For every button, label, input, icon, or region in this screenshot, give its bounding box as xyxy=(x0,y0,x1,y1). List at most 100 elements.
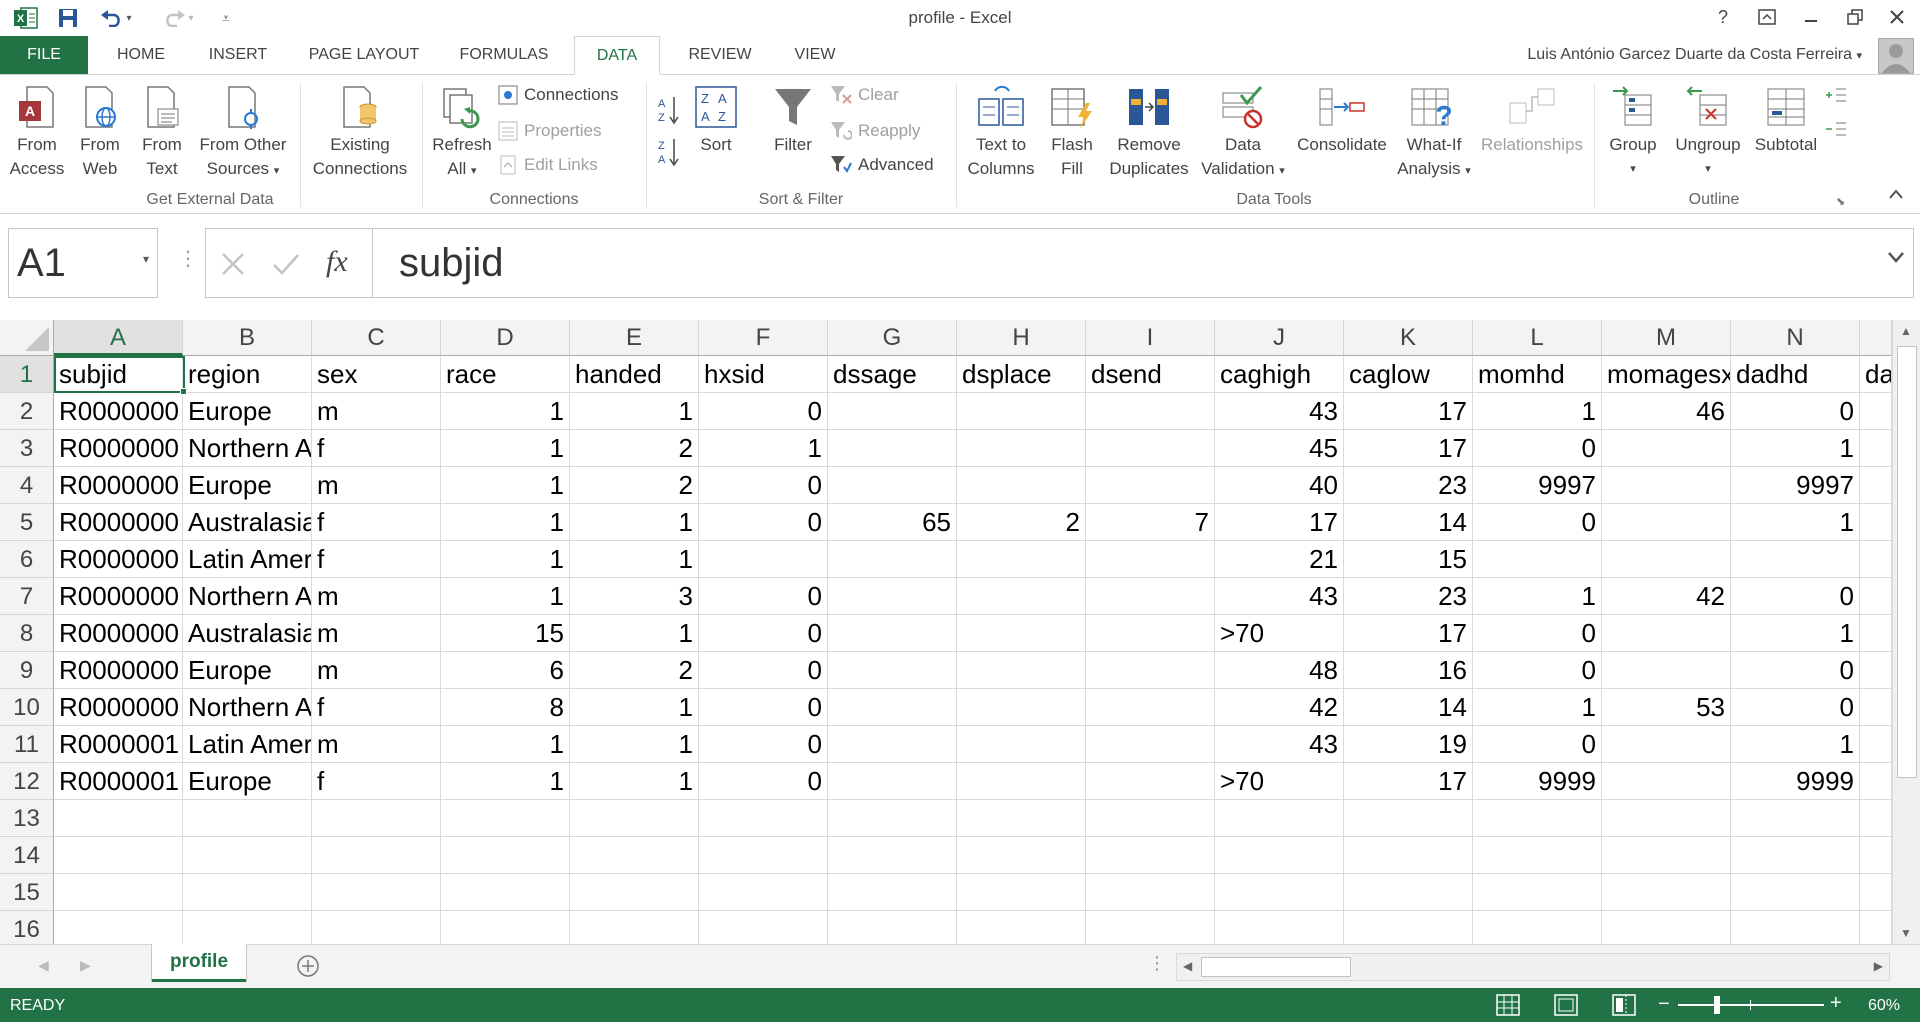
cell-m15[interactable] xyxy=(1602,874,1731,911)
cell-a8[interactable]: R0000000 xyxy=(54,615,183,652)
cell-h12[interactable] xyxy=(957,763,1086,800)
cell-e9[interactable]: 2 xyxy=(570,652,699,689)
cell-k14[interactable] xyxy=(1344,837,1473,874)
cell-m16[interactable] xyxy=(1602,911,1731,944)
formula-bar-grip-icon[interactable]: ⋮ xyxy=(178,246,198,271)
cell-o7[interactable] xyxy=(1860,578,1892,615)
select-all-button[interactable] xyxy=(0,320,54,356)
cell-e14[interactable] xyxy=(570,837,699,874)
cell-c10[interactable]: f xyxy=(312,689,441,726)
column-header-b[interactable]: B xyxy=(183,320,312,356)
cell-j10[interactable]: 42 xyxy=(1215,689,1344,726)
what-if-analysis-button[interactable]: ? What-If Analysis ▾ xyxy=(1394,85,1474,183)
cell-h6[interactable] xyxy=(957,541,1086,578)
cell-l14[interactable] xyxy=(1473,837,1602,874)
cell-f3[interactable]: 1 xyxy=(699,430,828,467)
cell-e8[interactable]: 1 xyxy=(570,615,699,652)
cell-f12[interactable]: 0 xyxy=(699,763,828,800)
row-header-12[interactable]: 12 xyxy=(0,763,54,800)
filter-button[interactable]: Filter xyxy=(762,85,824,157)
sort-a-z-button[interactable]: AZ xyxy=(656,95,680,125)
cell-m12[interactable] xyxy=(1602,763,1731,800)
advanced-button[interactable]: Advanced xyxy=(830,155,934,175)
cell-m7[interactable]: 42 xyxy=(1602,578,1731,615)
row-header-2[interactable]: 2 xyxy=(0,393,54,430)
outline-dialog-launcher-icon[interactable]: ⬊ xyxy=(1836,195,1845,208)
cell-b9[interactable]: Europe xyxy=(183,652,312,689)
previous-sheet-icon[interactable]: ◀ xyxy=(38,957,49,974)
cell-g14[interactable] xyxy=(828,837,957,874)
cell-k11[interactable]: 19 xyxy=(1344,726,1473,763)
cell-i5[interactable]: 7 xyxy=(1086,504,1215,541)
cell-o12[interactable] xyxy=(1860,763,1892,800)
cell-o8[interactable] xyxy=(1860,615,1892,652)
cell-h16[interactable] xyxy=(957,911,1086,944)
cell-c12[interactable]: f xyxy=(312,763,441,800)
cell-o4[interactable] xyxy=(1860,467,1892,504)
cell-o11[interactable] xyxy=(1860,726,1892,763)
consolidate-button[interactable]: Consolidate xyxy=(1292,85,1392,157)
cell-e2[interactable]: 1 xyxy=(570,393,699,430)
cell-k15[interactable] xyxy=(1344,874,1473,911)
cell-b5[interactable]: Australasia xyxy=(183,504,312,541)
row-header-6[interactable]: 6 xyxy=(0,541,54,578)
cell-k6[interactable]: 15 xyxy=(1344,541,1473,578)
cell-e12[interactable]: 1 xyxy=(570,763,699,800)
cell-k5[interactable]: 14 xyxy=(1344,504,1473,541)
cell-d10[interactable]: 8 xyxy=(441,689,570,726)
cell-a6[interactable]: R0000000 xyxy=(54,541,183,578)
existing-connections-button[interactable]: Existing Connections xyxy=(304,85,416,181)
cell-f10[interactable]: 0 xyxy=(699,689,828,726)
cell-j16[interactable] xyxy=(1215,911,1344,944)
cell-f4[interactable]: 0 xyxy=(699,467,828,504)
cell-d5[interactable]: 1 xyxy=(441,504,570,541)
cell-i12[interactable] xyxy=(1086,763,1215,800)
cell-e1[interactable]: handed xyxy=(570,356,699,393)
connections-button[interactable]: Connections xyxy=(498,85,619,105)
cell-g11[interactable] xyxy=(828,726,957,763)
row-header-10[interactable]: 10 xyxy=(0,689,54,726)
expand-formula-bar-icon[interactable] xyxy=(1886,250,1906,269)
cell-n15[interactable] xyxy=(1731,874,1860,911)
tab-page-layout[interactable]: PAGE LAYOUT xyxy=(296,36,432,74)
cell-h11[interactable] xyxy=(957,726,1086,763)
cell-i10[interactable] xyxy=(1086,689,1215,726)
cell-b8[interactable]: Australasia xyxy=(183,615,312,652)
cell-j1[interactable]: caghigh xyxy=(1215,356,1344,393)
cell-j5[interactable]: 17 xyxy=(1215,504,1344,541)
cell-g6[interactable] xyxy=(828,541,957,578)
cell-a15[interactable] xyxy=(54,874,183,911)
cell-l10[interactable]: 1 xyxy=(1473,689,1602,726)
cell-c6[interactable]: f xyxy=(312,541,441,578)
cell-o16[interactable] xyxy=(1860,911,1892,944)
cell-n11[interactable]: 1 xyxy=(1731,726,1860,763)
cell-j8[interactable]: >70 xyxy=(1215,615,1344,652)
show-detail-button[interactable] xyxy=(1824,85,1848,105)
name-box-dropdown-icon[interactable]: ▾ xyxy=(143,253,149,265)
cell-b7[interactable]: Northern A xyxy=(183,578,312,615)
flash-fill-button[interactable]: Flash Fill xyxy=(1042,85,1102,181)
cell-m11[interactable] xyxy=(1602,726,1731,763)
cell-d3[interactable]: 1 xyxy=(441,430,570,467)
cell-l9[interactable]: 0 xyxy=(1473,652,1602,689)
column-header-partial[interactable] xyxy=(1860,320,1892,356)
cell-e15[interactable] xyxy=(570,874,699,911)
cell-k4[interactable]: 23 xyxy=(1344,467,1473,504)
cell-i16[interactable] xyxy=(1086,911,1215,944)
cell-n2[interactable]: 0 xyxy=(1731,393,1860,430)
cell-f2[interactable]: 0 xyxy=(699,393,828,430)
cell-h15[interactable] xyxy=(957,874,1086,911)
cell-b3[interactable]: Northern A xyxy=(183,430,312,467)
cell-i1[interactable]: dsend xyxy=(1086,356,1215,393)
row-header-15[interactable]: 15 xyxy=(0,874,54,911)
column-header-g[interactable]: G xyxy=(828,320,957,356)
cell-d2[interactable]: 1 xyxy=(441,393,570,430)
cell-i2[interactable] xyxy=(1086,393,1215,430)
cell-g2[interactable] xyxy=(828,393,957,430)
cell-k7[interactable]: 23 xyxy=(1344,578,1473,615)
cell-k2[interactable]: 17 xyxy=(1344,393,1473,430)
cell-l1[interactable]: momhd xyxy=(1473,356,1602,393)
cell-g8[interactable] xyxy=(828,615,957,652)
cell-m9[interactable] xyxy=(1602,652,1731,689)
cell-f8[interactable]: 0 xyxy=(699,615,828,652)
